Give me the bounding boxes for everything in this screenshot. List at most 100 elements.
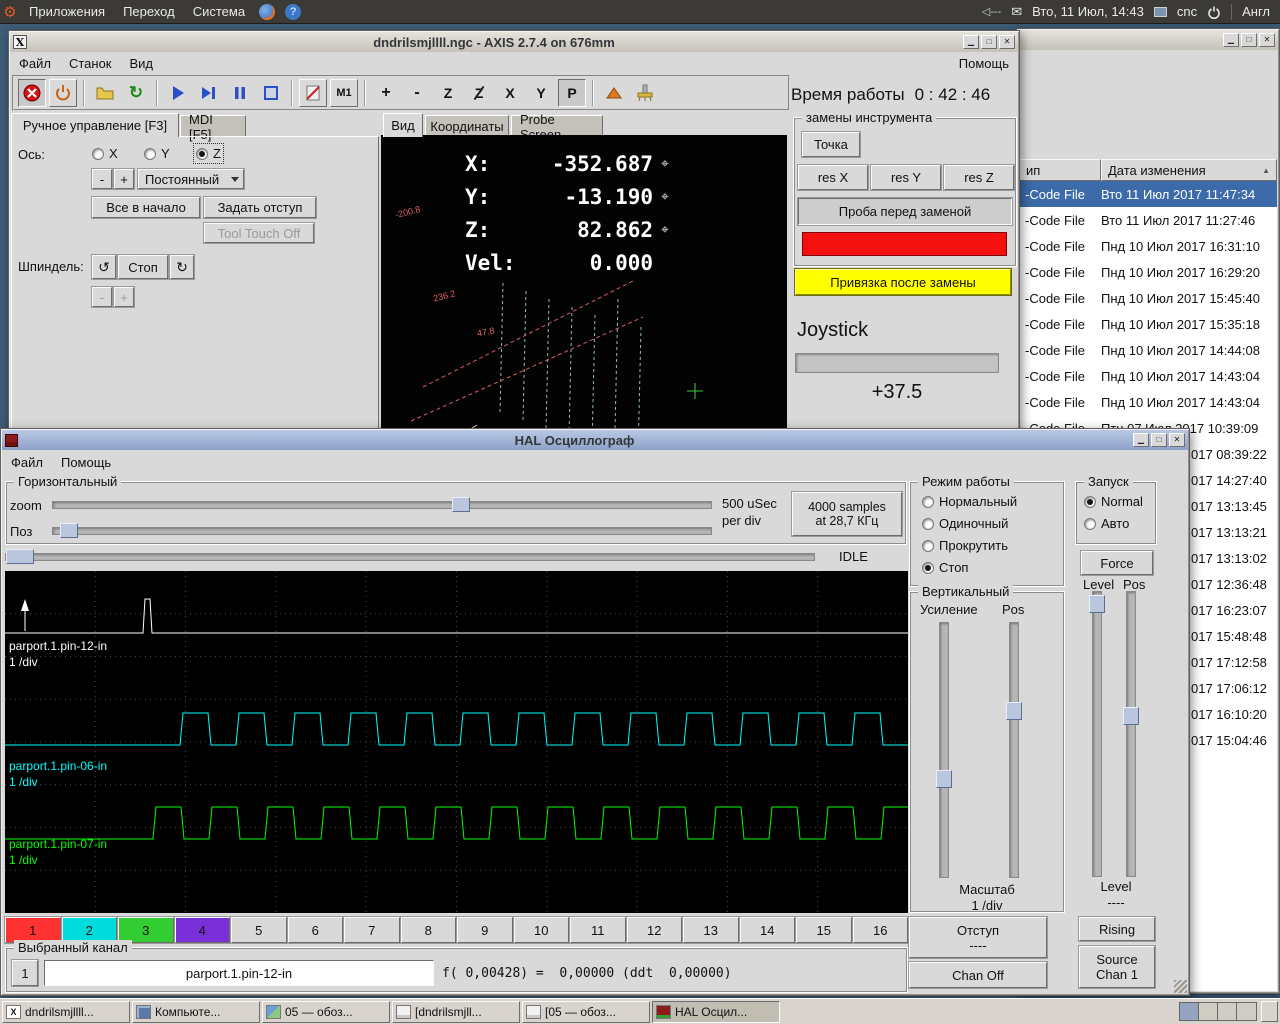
firefox-launcher-icon[interactable] [259,4,275,20]
rebind-after-change-button[interactable]: Привязка после замены [795,269,1011,295]
tab-preview[interactable]: Вид [383,113,423,137]
file-row-partial[interactable]: 017 15:04:46 [1191,727,1277,753]
tab-manual-control[interactable]: Ручное управление [F3] [11,113,179,137]
channel-button-11[interactable]: 11 [570,917,626,943]
close-button[interactable] [1259,33,1275,47]
record-position-handle[interactable] [6,549,34,564]
workspace-4[interactable] [1237,1003,1256,1020]
view-side-button[interactable]: X [496,79,524,107]
file-row[interactable]: -Code FileПнд 10 Июл 2017 16:31:10 [1019,233,1277,259]
file-row-partial[interactable]: 017 12:36:48 [1191,571,1277,597]
spindle-stop-button[interactable]: Стоп [118,255,168,279]
touch-off-button[interactable]: Задать отступ [204,197,316,218]
hpos-slider[interactable] [52,522,714,540]
maximize-button[interactable] [1151,433,1167,447]
taskbar-item[interactable]: [05 — обоз... [522,1001,650,1023]
optional-stop-button[interactable]: M1 [330,79,358,107]
shutdown-icon[interactable] [1207,5,1221,19]
channel-button-5[interactable]: 5 [231,917,287,943]
channel-button-10[interactable]: 10 [514,917,570,943]
axis-radio-x[interactable]: X [92,146,118,161]
selected-channel-button[interactable]: 1 [12,960,38,986]
vertical-pos-handle[interactable] [1006,702,1022,720]
keyboard-layout-indicator[interactable]: Англ [1242,4,1270,19]
force-button[interactable]: Force [1081,551,1153,575]
channel-button-12[interactable]: 12 [627,917,683,943]
menu-applications[interactable]: Приложения [20,1,114,22]
workspace-switcher[interactable] [1179,1002,1257,1021]
trigger-source-button[interactable]: SourceChan 1 [1079,946,1155,988]
show-desktop-button[interactable] [1261,1001,1278,1022]
menu-file[interactable]: Файл [2,452,52,473]
axis-titlebar[interactable]: dndrilsmjllll.ngc - AXIS 2.7.4 on 676mm [10,32,1018,52]
file-row-partial[interactable]: 017 17:12:58 [1191,649,1277,675]
channel-button-9[interactable]: 9 [457,917,513,943]
file-row-partial[interactable]: 017 14:27:40 [1191,467,1277,493]
file-row[interactable]: -Code FileВто 11 Июл 2017 11:47:34 [1019,181,1277,207]
workspace-2[interactable] [1199,1003,1218,1020]
view-top-button[interactable]: Z [434,79,462,107]
minimize-button[interactable] [1223,33,1239,47]
menu-file[interactable]: Файл [10,53,60,74]
jog-increment-dropdown[interactable]: Постоянный [138,169,244,189]
samples-button[interactable]: 4000 samplesat 28,7 КГц [792,492,902,536]
mode-radio-normal[interactable]: Нормальный [922,494,1017,509]
spindle-cw-button[interactable]: ↻ [170,255,194,279]
tab-probe-screen[interactable]: Probe Screen [511,115,603,137]
taskbar-item[interactable]: dndrilsmjllll... [2,1001,130,1023]
file-manager-titlebar[interactable] [1018,30,1278,50]
view-rotated-top-button[interactable]: Z [465,79,493,107]
zoom-in-button[interactable]: + [372,79,400,107]
zoom-out-button[interactable]: - [403,79,431,107]
probe-before-change-button[interactable]: Проба перед заменой [798,198,1012,225]
tab-mdi[interactable]: MDI [F5] [180,115,246,137]
channel-button-6[interactable]: 6 [288,917,344,943]
spindle-ccw-button[interactable]: ↺ [92,255,116,279]
taskbar-item[interactable]: 05 — обоз... [262,1001,390,1023]
maximize-button[interactable] [1241,33,1257,47]
open-file-button[interactable] [91,79,119,107]
trigger-edge-button[interactable]: Rising [1079,917,1155,941]
menu-machine[interactable]: Станок [60,53,121,74]
close-button[interactable] [999,35,1015,49]
column-header-type[interactable]: ип [1019,159,1101,181]
mode-radio-single[interactable]: Одиночный [922,516,1008,531]
block-delete-button[interactable] [299,79,327,107]
tab-dro[interactable]: Координаты [425,115,509,137]
file-row-partial[interactable]: 017 08:39:22 [1191,441,1277,467]
user-name[interactable]: cnc [1177,4,1197,19]
menu-places[interactable]: Переход [114,1,184,22]
taskbar-item[interactable]: [dndrilsmjll... [392,1001,520,1023]
file-row[interactable]: -Code FileПнд 10 Июл 2017 14:43:04 [1019,389,1277,415]
file-row[interactable]: -Code FileПнд 10 Июл 2017 16:29:20 [1019,259,1277,285]
trigger-radio-auto[interactable]: Авто [1084,516,1129,531]
file-row-partial[interactable]: 017 13:13:45 [1191,493,1277,519]
res-y-button[interactable]: res Y [871,165,941,190]
file-row-partial[interactable]: 017 16:23:07 [1191,597,1277,623]
file-row[interactable]: -Code FileПнд 10 Июл 2017 14:44:08 [1019,337,1277,363]
jog-minus-button[interactable]: - [92,169,112,189]
channel-button-8[interactable]: 8 [401,917,457,943]
channel-button-13[interactable]: 13 [683,917,739,943]
file-row[interactable]: -Code FileВто 11 Июл 2017 11:27:46 [1019,207,1277,233]
resize-grip[interactable] [1174,980,1187,993]
halscope-titlebar[interactable]: HAL Осциллограф [2,430,1188,450]
pause-button[interactable] [226,79,254,107]
hpos-slider-handle[interactable] [60,523,78,538]
distro-logo-icon[interactable] [0,3,20,21]
file-row[interactable]: -Code FileПнд 10 Июл 2017 14:43:04 [1019,363,1277,389]
file-row[interactable]: -Code FileПнд 10 Июл 2017 15:45:40 [1019,285,1277,311]
column-header-date-modified[interactable]: Дата изменения ▲ [1101,159,1277,181]
menu-view[interactable]: Вид [121,53,163,74]
volume-indicator-icon[interactable]: ◁--- [982,5,1001,18]
maximize-button[interactable] [981,35,997,49]
channel-button-4[interactable]: 4 [175,917,231,943]
menu-system[interactable]: Система [184,1,254,22]
help-launcher-icon[interactable] [285,4,301,20]
minimize-button[interactable] [963,35,979,49]
taskbar-item[interactable]: Компьюте... [132,1001,260,1023]
file-row-partial[interactable]: 017 13:13:02 [1191,545,1277,571]
selected-signal-entry[interactable]: parport.1.pin-12-in [44,960,434,986]
channel-button-7[interactable]: 7 [344,917,400,943]
gain-slider[interactable] [936,622,952,878]
